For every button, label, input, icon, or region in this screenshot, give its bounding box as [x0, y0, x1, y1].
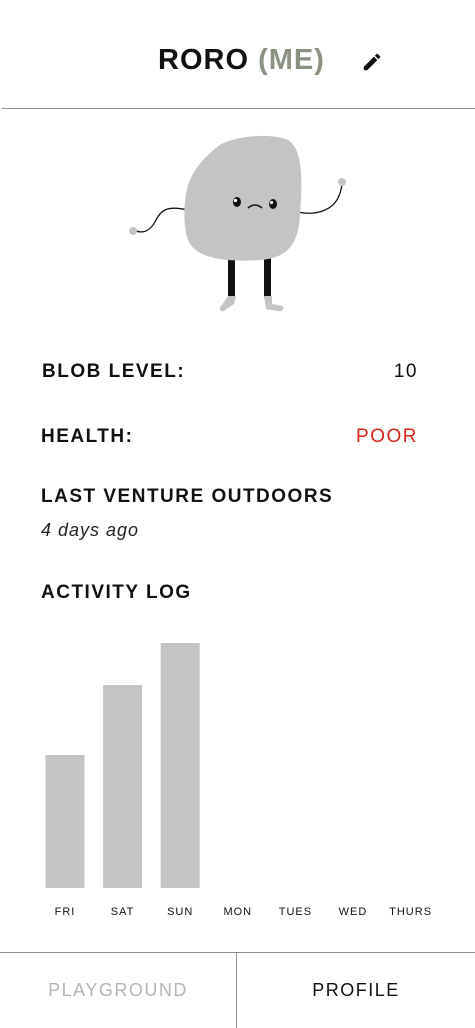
bar-sat [103, 685, 143, 888]
me-tag: (ME) [258, 44, 325, 76]
blob-name: RORO [158, 44, 250, 76]
pencil-icon [363, 53, 381, 71]
edit-name-button[interactable] [358, 48, 386, 76]
health-label: HEALTH: [41, 426, 134, 447]
activity-log-chart: FRI SAT SUN MON TUES WED THURS [45, 643, 432, 918]
blob-level-value: 10 [393, 361, 418, 382]
tab-playground[interactable]: PLAYGROUND [0, 953, 236, 1028]
tick-label-fri: FRI [55, 906, 76, 918]
bar-fri [45, 755, 85, 888]
blob-avatar [120, 128, 360, 318]
tab-profile[interactable]: PROFILE [237, 953, 475, 1028]
blob-level-label: BLOB LEVEL: [42, 361, 186, 382]
last-outdoors-label: LAST VENTURE OUTDOORS [41, 486, 334, 507]
tick-label-tues: TUES [279, 906, 312, 918]
profile-header: RORO (ME) [0, 0, 475, 108]
tick-label-sun: SUN [167, 906, 193, 918]
last-outdoors-value: 4 days ago [41, 520, 140, 540]
tick-label-wed: WED [339, 906, 368, 918]
health-status-value: POOR [356, 426, 418, 447]
header-divider [2, 108, 475, 109]
tick-label-sat: SAT [111, 906, 135, 918]
page-title: RORO (ME) [0, 44, 475, 77]
activity-log-title: ACTIVITY LOG [41, 582, 192, 603]
tick-label-mon: MON [223, 906, 252, 918]
bar-sun [160, 643, 200, 888]
tick-label-thurs: THURS [389, 906, 432, 918]
